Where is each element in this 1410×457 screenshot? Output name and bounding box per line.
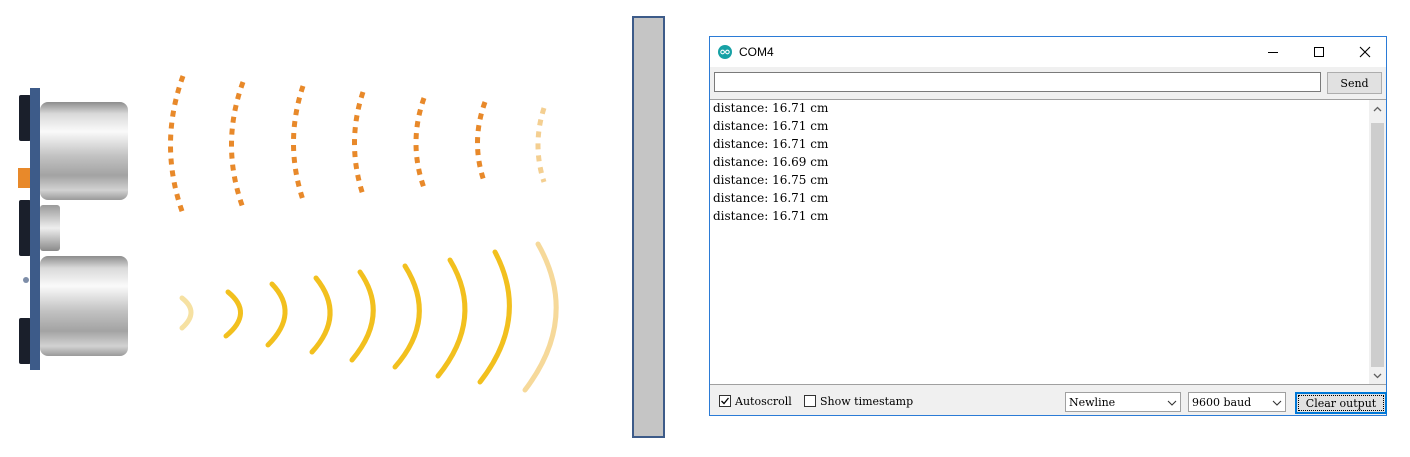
output-line: distance: 16.75 cm xyxy=(713,173,829,187)
bottom-toolbar: Autoscroll Show timestamp Newline 9600 b… xyxy=(710,388,1387,414)
chevron-down-icon xyxy=(1167,400,1177,406)
echo-wave xyxy=(223,289,243,339)
clear-output-button[interactable]: Clear output xyxy=(1295,392,1387,414)
output-line: distance: 16.71 cm xyxy=(713,119,829,133)
output-line: distance: 16.71 cm xyxy=(713,191,829,205)
sensor-pin xyxy=(19,200,31,256)
emitted-wave xyxy=(413,97,427,189)
sensor-pin xyxy=(19,95,31,141)
sensor-pin xyxy=(19,318,31,364)
send-button[interactable]: Send xyxy=(1327,72,1382,94)
chevron-down-icon xyxy=(1373,373,1382,378)
show-timestamp-label[interactable]: Show timestamp xyxy=(820,395,913,408)
close-button[interactable] xyxy=(1342,37,1388,67)
emitted-wave xyxy=(475,101,488,185)
autoscroll-checkbox[interactable] xyxy=(719,395,731,407)
checkmark-icon xyxy=(721,397,730,405)
receiver-cylinder xyxy=(40,256,128,356)
autoscroll-label[interactable]: Autoscroll xyxy=(735,395,792,408)
ultrasonic-illustration xyxy=(18,16,665,438)
output-line: distance: 16.71 cm xyxy=(713,209,829,223)
output-lines: distance: 16.71 cm distance: 16.71 cm di… xyxy=(713,100,829,225)
sensor-module xyxy=(18,88,128,370)
transmitter-cylinder xyxy=(40,102,128,200)
crystal-oscillator xyxy=(40,205,60,251)
output-line: distance: 16.71 cm xyxy=(713,137,829,151)
line-ending-value: Newline xyxy=(1069,396,1116,409)
echo-wave xyxy=(309,275,333,355)
sensor-led xyxy=(18,168,30,188)
serial-output[interactable]: distance: 16.71 cm distance: 16.71 cm di… xyxy=(710,99,1386,385)
echo-wave xyxy=(435,257,468,379)
baud-rate-value: 9600 baud xyxy=(1192,396,1252,409)
vertical-scrollbar[interactable] xyxy=(1369,100,1386,384)
sensor-hole xyxy=(23,277,29,283)
output-line: distance: 16.71 cm xyxy=(713,101,829,115)
title-bar[interactable]: COM4 xyxy=(710,37,1386,67)
scroll-up-button[interactable] xyxy=(1369,100,1386,117)
echo-wave xyxy=(522,241,559,393)
baud-rate-select[interactable]: 9600 baud xyxy=(1188,392,1286,412)
emitted-wave xyxy=(535,107,547,183)
maximize-button[interactable] xyxy=(1296,37,1342,67)
emitted-wave xyxy=(229,81,246,209)
emitted-waves xyxy=(168,75,547,215)
chevron-down-icon xyxy=(1272,400,1282,406)
emitted-wave xyxy=(168,75,186,215)
minimize-icon xyxy=(1268,52,1278,53)
show-timestamp-checkbox[interactable] xyxy=(804,395,816,407)
emitted-wave xyxy=(352,91,366,196)
echo-wave xyxy=(349,269,376,363)
minimize-button[interactable] xyxy=(1250,37,1296,67)
echo-wave xyxy=(392,263,422,370)
sensor-board xyxy=(30,88,40,370)
line-ending-select[interactable]: Newline xyxy=(1065,392,1181,412)
send-input[interactable] xyxy=(714,72,1321,92)
close-icon xyxy=(1359,46,1371,58)
arduino-logo-icon xyxy=(718,45,732,59)
echo-wave xyxy=(179,295,194,331)
output-line: distance: 16.69 cm xyxy=(713,155,829,169)
wall-obstacle xyxy=(632,16,665,438)
scroll-down-button[interactable] xyxy=(1369,367,1386,384)
serial-monitor-window: COM4 Send distance: 16.71 cm distance: 1… xyxy=(709,36,1387,416)
maximize-icon xyxy=(1314,47,1324,57)
echo-waves xyxy=(179,241,559,393)
window-title: COM4 xyxy=(739,45,774,59)
scroll-thumb[interactable] xyxy=(1371,123,1384,367)
echo-wave xyxy=(265,281,288,348)
emitted-wave xyxy=(291,85,306,201)
echo-wave xyxy=(477,249,512,385)
chevron-up-icon xyxy=(1373,106,1382,111)
